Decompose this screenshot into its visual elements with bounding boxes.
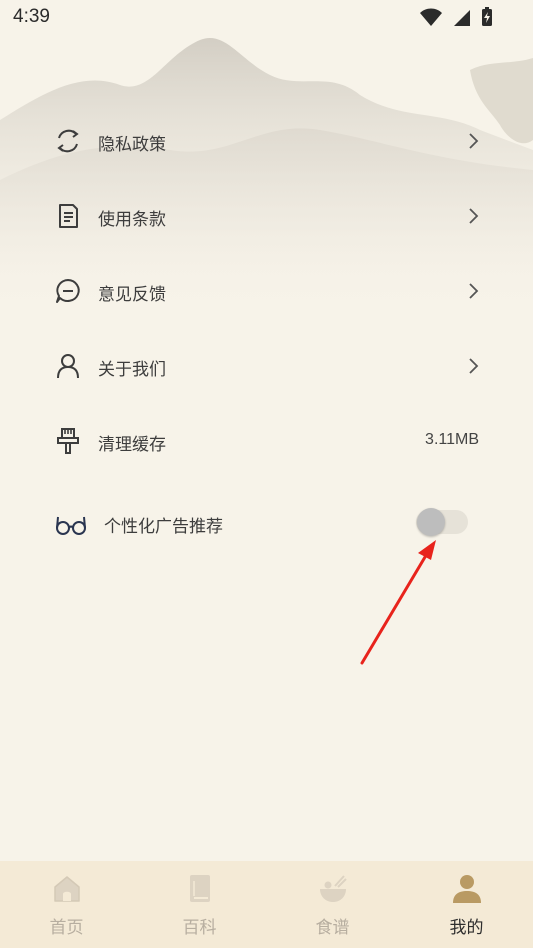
- tab-label: 首页: [49, 918, 84, 938]
- status-time: 4:39: [13, 6, 50, 27]
- book-icon: [189, 875, 210, 902]
- wifi-icon: [419, 8, 442, 26]
- tab-recipes[interactable]: 食谱: [266, 861, 399, 948]
- document-icon: [59, 204, 78, 228]
- tab-label: 百科: [182, 918, 217, 938]
- personalized-ads-toggle[interactable]: [416, 507, 468, 537]
- battery-charging-icon: [482, 7, 492, 26]
- glasses-icon: [56, 516, 86, 535]
- tab-mine[interactable]: 我的: [400, 861, 533, 948]
- menu-item-label: 关于我们: [98, 360, 166, 380]
- cache-size-value: 3.11MB: [425, 431, 479, 448]
- menu-item-feedback[interactable]: 意见反馈: [0, 263, 533, 319]
- chevron-right-icon: [469, 358, 479, 374]
- refresh-circle-icon: [57, 129, 79, 153]
- menu-item-label: 意见反馈: [98, 285, 166, 305]
- status-bar: 4:39: [0, 0, 533, 36]
- status-icons: [415, 7, 493, 27]
- tab-label: 我的: [449, 918, 484, 938]
- menu-item-terms-of-use[interactable]: 使用条款: [0, 188, 533, 244]
- chat-bubble-icon: [56, 279, 80, 303]
- home-icon: [53, 876, 80, 902]
- chevron-right-icon: [469, 208, 479, 224]
- bottom-nav: 首页 百科 食谱 我的: [0, 861, 533, 948]
- bowl-icon: [319, 875, 347, 902]
- menu-item-privacy-policy[interactable]: 隐私政策: [0, 113, 533, 169]
- signal-icon: [453, 10, 470, 26]
- menu-item-label: 使用条款: [98, 210, 166, 230]
- tab-label: 食谱: [315, 918, 350, 938]
- chevron-right-icon: [469, 133, 479, 149]
- tab-encyclopedia[interactable]: 百科: [133, 861, 266, 948]
- menu-item-clear-cache[interactable]: 清理缓存 3.11MB: [0, 413, 533, 469]
- user-icon: [57, 354, 79, 379]
- tab-home[interactable]: 首页: [0, 861, 133, 948]
- brush-icon: [57, 428, 79, 454]
- ad-toggle-label: 个性化广告推荐: [104, 517, 223, 537]
- toggle-knob: [417, 508, 445, 536]
- chevron-right-icon: [469, 283, 479, 299]
- profile-icon: [452, 875, 481, 903]
- menu-item-label: 隐私政策: [98, 135, 166, 155]
- menu-item-about-us[interactable]: 关于我们: [0, 338, 533, 394]
- menu-item-label: 清理缓存: [98, 435, 166, 455]
